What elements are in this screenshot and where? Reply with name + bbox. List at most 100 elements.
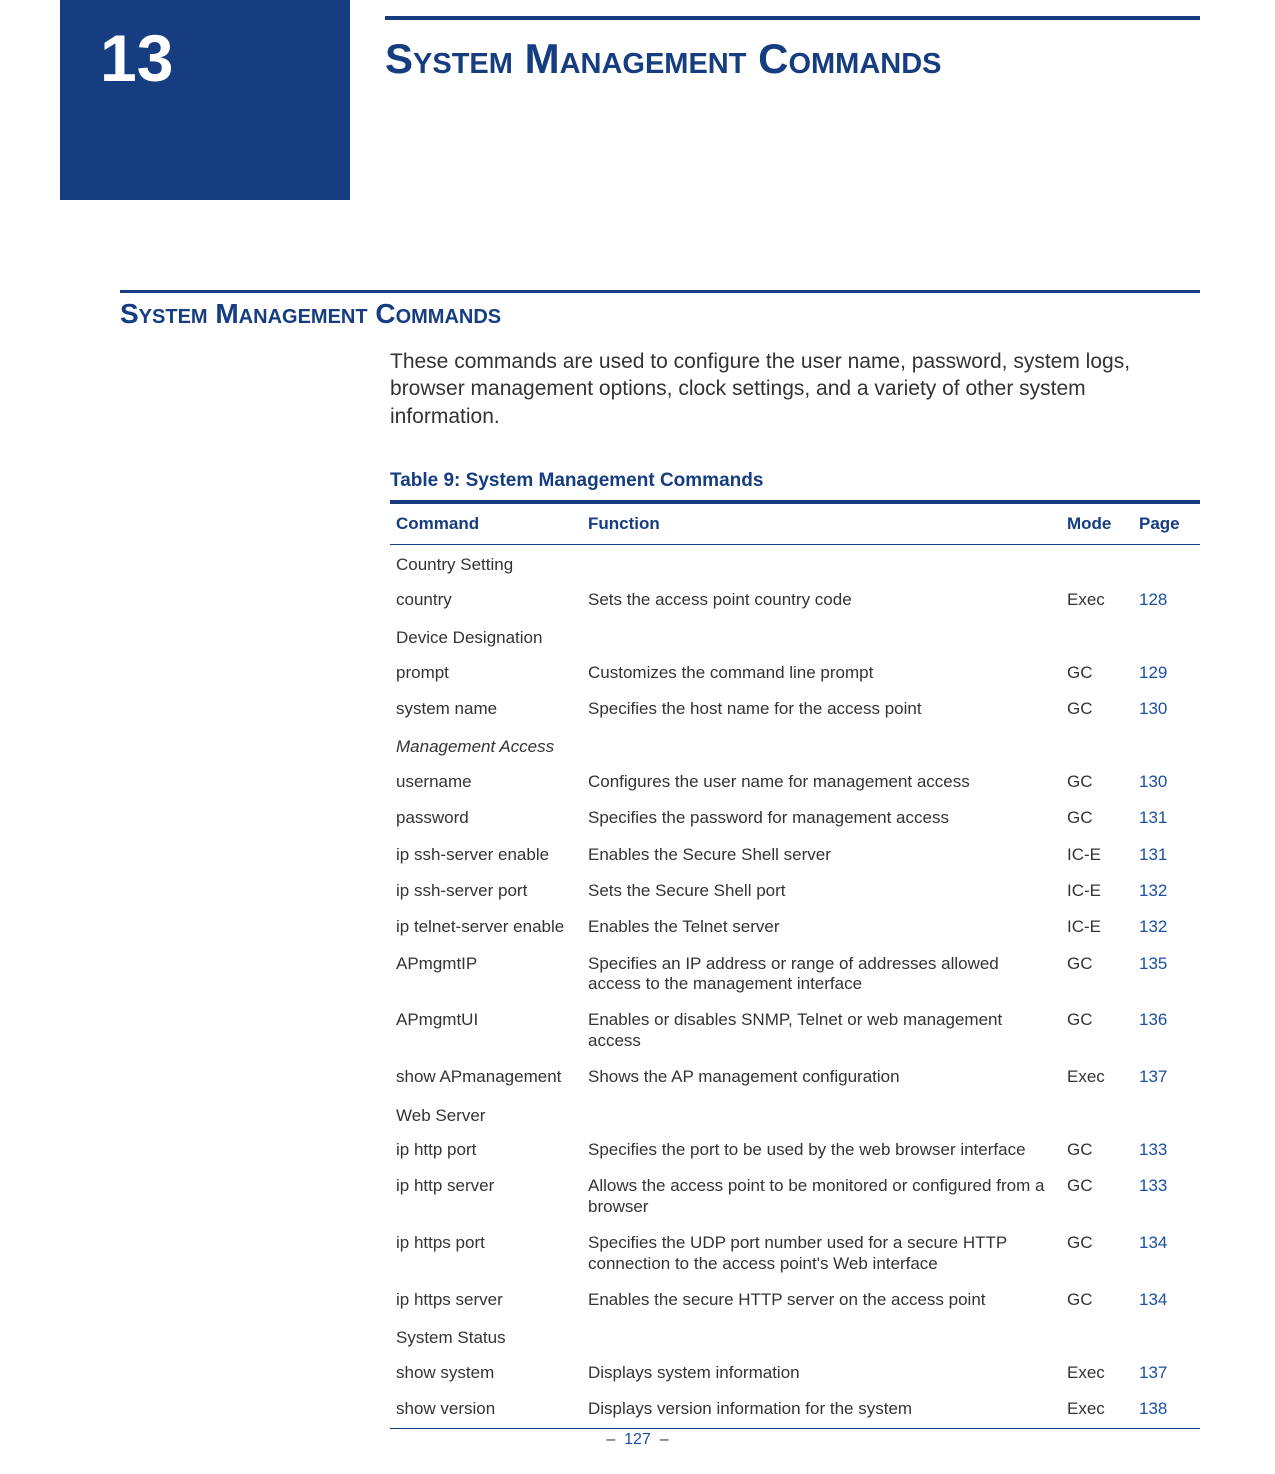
cell-function: Displays version information for the sys…: [582, 1391, 1061, 1427]
cell-mode: GC: [1061, 1132, 1133, 1168]
cell-page-link[interactable]: 128: [1133, 582, 1200, 618]
cell-command: prompt: [390, 655, 582, 691]
cell-function: Specifies the password for management ac…: [582, 800, 1061, 836]
cell-command: ip https server: [390, 1282, 582, 1318]
cell-mode: IC-E: [1061, 837, 1133, 873]
th-command: Command: [390, 504, 582, 544]
cell-function: Customizes the command line prompt: [582, 655, 1061, 691]
cell-mode: Exec: [1061, 1355, 1133, 1391]
table-row: APmgmtIPSpecifies an IP address or range…: [390, 946, 1200, 1003]
cell-page-link[interactable]: 137: [1133, 1059, 1200, 1095]
cell-function: Specifies an IP address or range of addr…: [582, 946, 1061, 1003]
cell-function: Specifies the host name for the access p…: [582, 691, 1061, 727]
cell-command: show system: [390, 1355, 582, 1391]
cell-page-link[interactable]: 130: [1133, 691, 1200, 727]
cell-command: username: [390, 764, 582, 800]
cell-mode: Exec: [1061, 582, 1133, 618]
table-row: countrySets the access point country cod…: [390, 582, 1200, 618]
commands-table: Command Function Mode Page Country Setti…: [390, 504, 1200, 1428]
cell-page-link[interactable]: 129: [1133, 655, 1200, 691]
cell-command: ip ssh-server port: [390, 873, 582, 909]
table-row: show versionDisplays version information…: [390, 1391, 1200, 1427]
cell-function: Enables the Secure Shell server: [582, 837, 1061, 873]
table-bottom-rule: [390, 1428, 1200, 1430]
section-intro: These commands are used to configure the…: [390, 348, 1200, 430]
cell-command: APmgmtIP: [390, 946, 582, 1003]
cell-function: Enables or disables SNMP, Telnet or web …: [582, 1002, 1061, 1059]
table-row: ip telnet-server enableEnables the Telne…: [390, 909, 1200, 945]
cell-mode: GC: [1061, 1282, 1133, 1318]
table-row: promptCustomizes the command line prompt…: [390, 655, 1200, 691]
section-title: System Management Commands: [120, 298, 1200, 330]
table-row: show APmanagementShows the AP management…: [390, 1059, 1200, 1095]
cell-mode: GC: [1061, 691, 1133, 727]
cell-command: ip http port: [390, 1132, 582, 1168]
cell-function: Enables the Telnet server: [582, 909, 1061, 945]
table-row: ip http serverAllows the access point to…: [390, 1168, 1200, 1225]
table-section-label: Web Server: [390, 1096, 1200, 1132]
cell-mode: IC-E: [1061, 873, 1133, 909]
cell-mode: GC: [1061, 655, 1133, 691]
cell-page-link[interactable]: 134: [1133, 1282, 1200, 1318]
table-row: ip https serverEnables the secure HTTP s…: [390, 1282, 1200, 1318]
cell-function: Enables the secure HTTP server on the ac…: [582, 1282, 1061, 1318]
cell-function: Displays system information: [582, 1355, 1061, 1391]
table-row: ip https portSpecifies the UDP port numb…: [390, 1225, 1200, 1282]
cell-page-link[interactable]: 136: [1133, 1002, 1200, 1059]
chapter-header: 13 System Management Commands: [0, 0, 1275, 200]
cell-function: Allows the access point to be monitored …: [582, 1168, 1061, 1225]
cell-page-link[interactable]: 137: [1133, 1355, 1200, 1391]
cell-command: show APmanagement: [390, 1059, 582, 1095]
footer-dash-right: –: [660, 1431, 669, 1448]
th-page: Page: [1133, 504, 1200, 544]
cell-page-link[interactable]: 135: [1133, 946, 1200, 1003]
cell-page-link[interactable]: 131: [1133, 837, 1200, 873]
table-section-label: System Status: [390, 1318, 1200, 1354]
th-mode: Mode: [1061, 504, 1133, 544]
table-row: ip http portSpecifies the port to be use…: [390, 1132, 1200, 1168]
table-row: passwordSpecifies the password for manag…: [390, 800, 1200, 836]
cell-command: password: [390, 800, 582, 836]
cell-page-link[interactable]: 132: [1133, 909, 1200, 945]
cell-page-link[interactable]: 132: [1133, 873, 1200, 909]
cell-page-link[interactable]: 138: [1133, 1391, 1200, 1427]
cell-function: Sets the Secure Shell port: [582, 873, 1061, 909]
table-section-label: Country Setting: [390, 545, 1200, 581]
th-function: Function: [582, 504, 1061, 544]
cell-function: Sets the access point country code: [582, 582, 1061, 618]
header-rule: [385, 16, 1200, 20]
table-section-row: Country Setting: [390, 545, 1200, 581]
commands-table-wrap: Table 9: System Management Commands Comm…: [390, 470, 1200, 1429]
cell-page-link[interactable]: 133: [1133, 1132, 1200, 1168]
table-section-row: Web Server: [390, 1096, 1200, 1132]
table-section-row: System Status: [390, 1318, 1200, 1354]
cell-command: country: [390, 582, 582, 618]
footer-dash-left: –: [606, 1431, 615, 1448]
chapter-title: System Management Commands: [385, 35, 942, 83]
table-section-row: Device Designation: [390, 618, 1200, 654]
cell-mode: GC: [1061, 1225, 1133, 1282]
cell-function: Shows the AP management configuration: [582, 1059, 1061, 1095]
cell-mode: GC: [1061, 764, 1133, 800]
section-rule: [120, 290, 1200, 293]
table-row: show systemDisplays system informationEx…: [390, 1355, 1200, 1391]
cell-page-link[interactable]: 130: [1133, 764, 1200, 800]
table-row: APmgmtUIEnables or disables SNMP, Telnet…: [390, 1002, 1200, 1059]
cell-command: show version: [390, 1391, 582, 1427]
cell-command: system name: [390, 691, 582, 727]
cell-command: ip https port: [390, 1225, 582, 1282]
cell-command: APmgmtUI: [390, 1002, 582, 1059]
table-section-label: Management Access: [390, 727, 1200, 763]
cell-page-link[interactable]: 134: [1133, 1225, 1200, 1282]
footer-page-number: 127: [624, 1431, 651, 1448]
cell-function: Specifies the UDP port number used for a…: [582, 1225, 1061, 1282]
cell-mode: Exec: [1061, 1391, 1133, 1427]
table-row: usernameConfigures the user name for man…: [390, 764, 1200, 800]
cell-function: Configures the user name for management …: [582, 764, 1061, 800]
cell-page-link[interactable]: 131: [1133, 800, 1200, 836]
table-row: system nameSpecifies the host name for t…: [390, 691, 1200, 727]
cell-mode: GC: [1061, 946, 1133, 1003]
cell-command: ip ssh-server enable: [390, 837, 582, 873]
table-section-label: Device Designation: [390, 618, 1200, 654]
cell-page-link[interactable]: 133: [1133, 1168, 1200, 1225]
